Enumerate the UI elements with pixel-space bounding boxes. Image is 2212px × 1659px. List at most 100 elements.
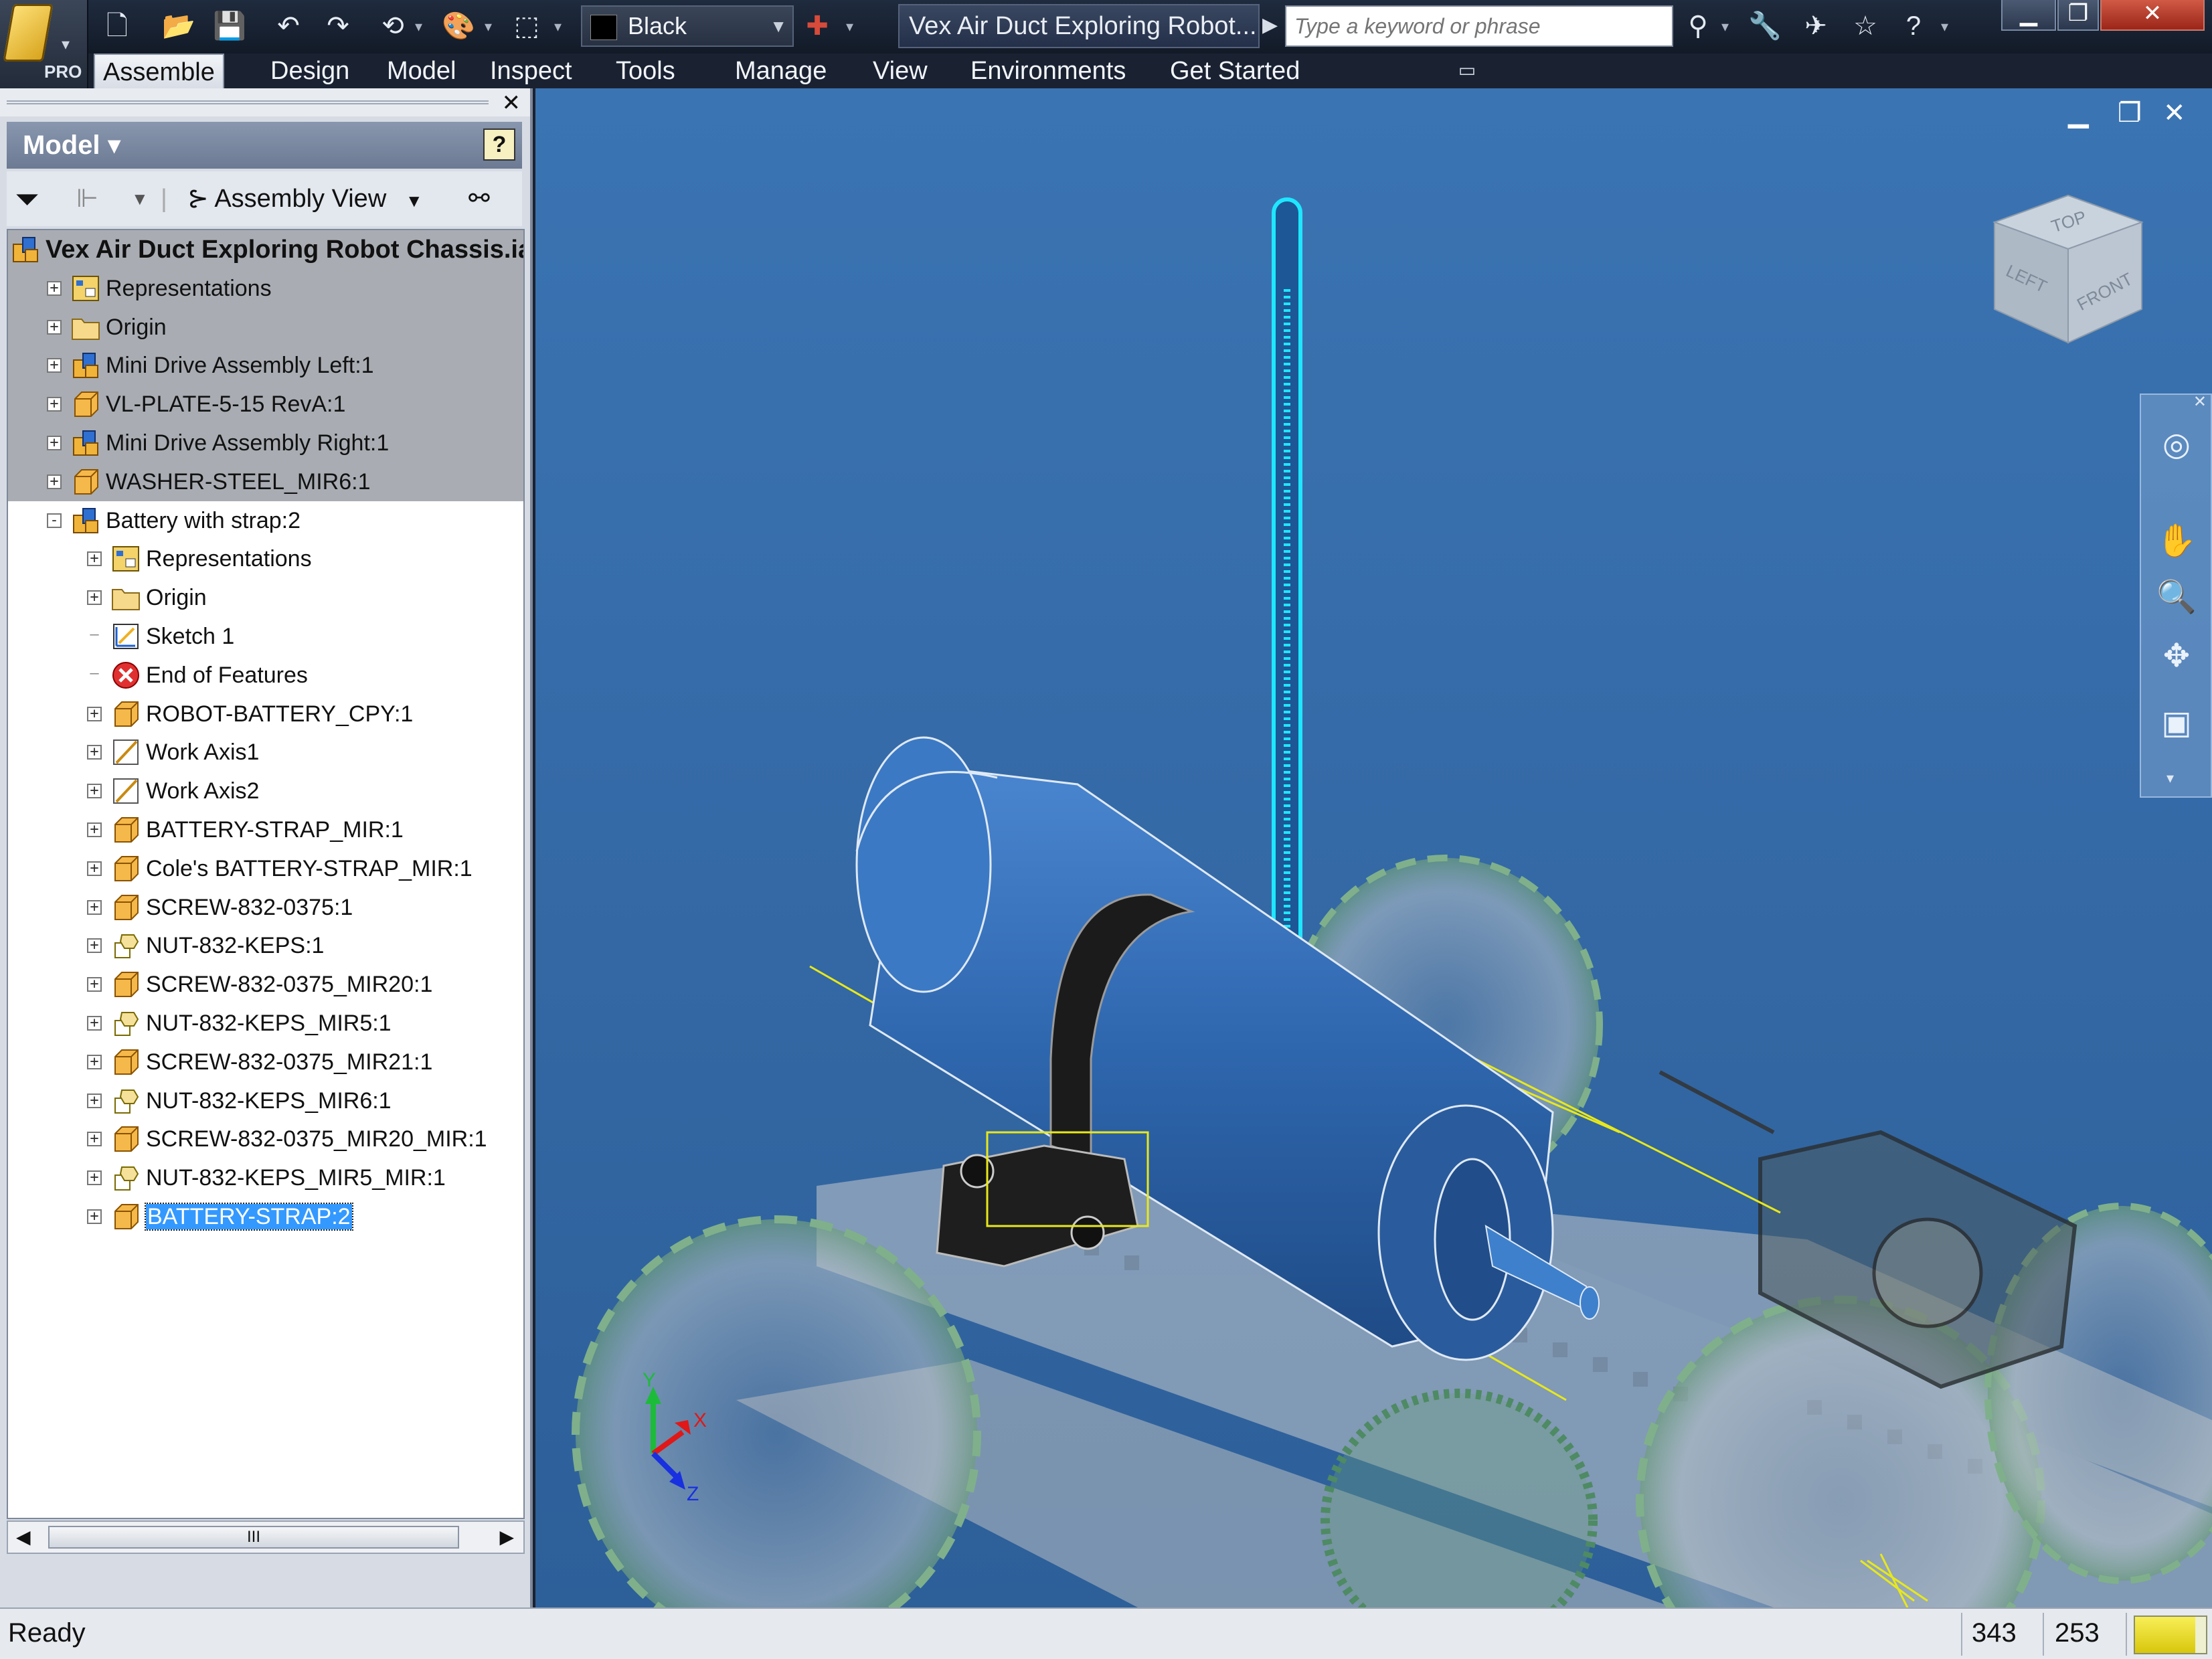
zoom-icon[interactable]: 🔍 [2153,574,2200,621]
help-icon[interactable]: ? [483,128,515,161]
tree-node[interactable]: + WASHER-STEEL_MIR6:1 [47,462,371,499]
chevron-down-icon[interactable]: ▾ [846,9,853,44]
expand-icon[interactable]: + [87,822,102,838]
chevron-down-icon[interactable]: ▾ [1721,9,1729,44]
tab-design[interactable]: Design [262,54,357,88]
expand-icon[interactable]: + [47,280,62,296]
help-icon[interactable]: ? [1891,5,1936,47]
tree-node[interactable]: + NUT-832-KEPS_MIR5:1 [87,1004,392,1040]
tree-node[interactable]: + NUT-832-KEPS_MIR6:1 [87,1081,392,1118]
tree-structure-icon[interactable]: ⊩ [76,175,98,222]
tab-get-started[interactable]: Get Started [1162,54,1308,88]
open-icon[interactable]: 📂 [158,7,199,46]
expand-icon[interactable]: + [47,436,62,451]
satellite-icon[interactable]: ✈ [1794,5,1838,47]
save-icon[interactable]: 💾 [209,7,250,46]
expand-icon[interactable]: + [87,1054,102,1069]
assembly-view-dropdown[interactable]: ⊱ Assembly View ▼ [187,175,423,222]
tree-node[interactable]: Vex Air Duct Exploring Robot Chassis.iam [11,230,523,266]
tree-node[interactable]: – End of Features [87,656,308,692]
expand-icon[interactable]: + [47,319,62,335]
chevron-down-icon[interactable]: ▾ [2166,770,2174,787]
viewcube[interactable]: TOP LEFT FRONT [1981,182,2155,356]
tab-tools[interactable]: Tools [608,54,683,88]
tree-node[interactable]: + Mini Drive Assembly Right:1 [47,424,389,460]
tree-node[interactable]: + Representations [47,269,272,305]
expand-icon[interactable]: + [47,474,62,489]
close-icon[interactable]: ✕ [2163,98,2186,128]
expand-icon[interactable]: + [87,1016,102,1031]
minimize-icon[interactable]: ▁ [2001,0,2056,31]
graphics-window[interactable]: Y X Z ▁ ❐ ✕ TOP LEFT FRONT ✕ ◎ ✋ 🔍 ✥ ▣ ▾ [535,88,2212,1607]
chevron-down-icon[interactable]: ▼ [131,175,149,222]
chevron-down-icon[interactable]: ▾ [415,9,422,44]
scroll-left-icon[interactable]: ◀ [16,1526,31,1548]
tree-node[interactable]: + Origin [47,308,167,344]
tree-node[interactable]: – Sketch 1 [87,617,234,653]
chevron-down-icon[interactable]: ▾ [485,9,492,44]
look-at-icon[interactable]: ▣ [2153,700,2200,747]
expand-icon[interactable]: + [87,1209,102,1225]
tree-node[interactable]: - Battery with strap:2 [47,501,301,537]
expand-icon[interactable]: + [87,938,102,954]
expand-icon[interactable]: + [87,977,102,992]
pan-icon[interactable]: ✋ [2153,518,2200,565]
chevron-right-icon[interactable]: ▶ [1262,7,1278,44]
expand-icon[interactable]: + [87,1170,102,1186]
tab-view[interactable]: View [865,54,936,88]
horizontal-scrollbar[interactable]: ◀ III ▶ [7,1520,525,1554]
search-field[interactable] [1285,5,1673,47]
tree-node[interactable]: + SCREW-832-0375_MIR20:1 [87,965,432,1001]
tab-inspect[interactable]: Inspect [482,54,580,88]
close-icon[interactable]: ✕ [2193,392,2207,412]
orbit-icon[interactable]: ✥ [2153,633,2200,680]
tree-node[interactable]: + BATTERY-STRAP_MIR:1 [87,810,404,847]
wrench-icon[interactable]: 🔧 [1743,5,1787,47]
tree-node[interactable]: + Representations [87,539,312,576]
close-icon[interactable]: ✕ [2100,0,2205,31]
tree-node[interactable]: + Work Axis2 [87,772,259,808]
tab-environments[interactable]: Environments [962,54,1134,88]
tree-node[interactable]: + ROBOT-BATTERY_CPY:1 [87,695,413,731]
tree-node[interactable]: + Mini Drive Assembly Left:1 [47,346,374,382]
return-icon[interactable]: ⟲ [372,7,414,46]
browser-title-dropdown[interactable]: Model ▾ [23,130,121,161]
panel-grip[interactable] [7,100,489,104]
model-scene[interactable]: Y X Z [535,88,2212,1607]
collapse-icon[interactable]: - [47,513,62,528]
tree-node[interactable]: + SCREW-832-0375_MIR20_MIR:1 [87,1120,487,1156]
tab-model[interactable]: Model [379,54,464,88]
filter-icon[interactable]: ⏷ [15,175,39,222]
tree-node[interactable]: + Work Axis1 [87,733,259,769]
scroll-right-icon[interactable]: ▶ [499,1526,514,1548]
undo-icon[interactable]: ↶ [268,7,309,46]
tree-node[interactable]: + SCREW-832-0375_MIR21:1 [87,1043,432,1079]
expand-icon[interactable]: + [87,706,102,721]
binoculars-icon[interactable]: ⚯ [469,175,490,222]
expand-icon[interactable]: + [87,899,102,915]
appearance-icon[interactable]: 🎨 [438,7,479,46]
tree-node[interactable]: + VL-PLATE-5-15 RevA:1 [47,385,345,421]
tree-node[interactable]: + Cole's BATTERY-STRAP_MIR:1 [87,849,473,885]
restore-icon[interactable]: ❐ [2057,0,2099,31]
expand-icon[interactable]: + [87,590,102,606]
binoculars-icon[interactable]: ⚲ [1676,5,1720,47]
adjust-icon[interactable]: ✚ [796,7,838,46]
tab-manage[interactable]: Manage [727,54,835,88]
restore-icon[interactable]: ❐ [2118,98,2142,128]
expand-icon[interactable]: + [87,1132,102,1147]
tree-node[interactable]: + NUT-832-KEPS_MIR5_MIR:1 [87,1158,446,1195]
minimize-icon[interactable]: ▁ [2068,98,2089,128]
star-icon[interactable]: ☆ [1843,5,1887,47]
ribbon-minimize-icon[interactable]: ▭ [1450,60,1484,80]
expand-icon[interactable]: + [87,551,102,567]
new-icon[interactable]: 🗋 [96,7,138,46]
tab-assemble[interactable]: Assemble [94,54,224,88]
close-icon[interactable]: ✕ [502,90,521,116]
chevron-down-icon[interactable]: ▾ [1941,9,1948,44]
expand-icon[interactable]: + [87,784,102,799]
expand-icon[interactable]: + [87,861,102,876]
expand-icon[interactable]: + [87,745,102,760]
tree-node[interactable]: + BATTERY-STRAP:2 [87,1197,353,1233]
expand-icon[interactable]: + [87,1093,102,1108]
